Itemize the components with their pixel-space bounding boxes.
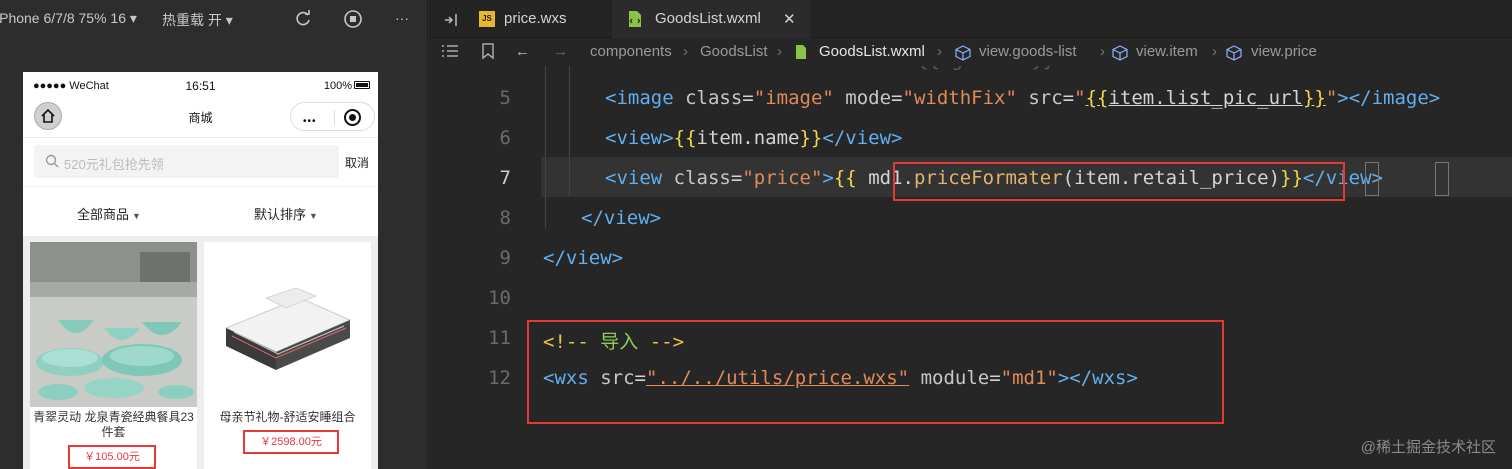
triangle-down-icon: ▼ bbox=[132, 211, 141, 221]
more-icon[interactable]: ··· bbox=[395, 10, 409, 26]
breadcrumb-chevron-icon: › bbox=[683, 43, 688, 60]
breadcrumb-item[interactable]: view.item bbox=[1136, 43, 1198, 60]
line-number: 10 bbox=[488, 287, 511, 309]
filter-sort[interactable]: 默认排序 ▼ bbox=[254, 204, 318, 223]
search-bar: 520元礼包抢先领 取消 bbox=[23, 138, 378, 186]
partial-line: {{ g }} bbox=[917, 66, 1146, 89]
simulator-panel: iPhone 6/7/8 75% 16 ▾ 热重载 开 ▾ ··· ●●●●● … bbox=[0, 0, 428, 469]
hot-reload-toggle[interactable]: 热重载 开 ▾ bbox=[162, 10, 233, 30]
bookmark-icon[interactable] bbox=[481, 43, 495, 63]
product-name: 母亲节礼物-舒适安睡组合 bbox=[219, 410, 356, 424]
tab-label: price.wxs bbox=[504, 10, 567, 27]
battery-label: 100% bbox=[323, 80, 352, 92]
code-line-9: </view> bbox=[543, 247, 624, 269]
code-line-7: <view class="price">{{ md1.priceFormater… bbox=[605, 167, 1383, 189]
wxml-file-icon bbox=[796, 45, 806, 59]
cancel-button[interactable]: 取消 bbox=[345, 154, 369, 171]
product-card[interactable]: 青翠灵动 龙泉青瓷经典餐具23件套 bbox=[30, 242, 197, 469]
filter-all-goods[interactable]: 全部商品 ▼ bbox=[77, 204, 141, 223]
watermark: @稀土掘金技术社区 bbox=[1360, 439, 1496, 456]
code-editor: JS price.wxs GoodsList.wxml ✕ ← → compon… bbox=[429, 0, 1512, 469]
filter-bar: 全部商品 ▼ 默认排序 ▼ bbox=[23, 186, 378, 236]
code-line-8: </view> bbox=[581, 207, 662, 229]
breadcrumb-chevron-icon: › bbox=[937, 43, 942, 60]
line-number: 9 bbox=[499, 247, 511, 269]
device-selector[interactable]: iPhone 6/7/8 75% 16 ▾ bbox=[0, 10, 137, 27]
line-number: 8 bbox=[499, 207, 511, 229]
menu-capsule[interactable]: ••• bbox=[290, 102, 375, 131]
breadcrumb-components[interactable]: components bbox=[590, 43, 672, 60]
refresh-icon[interactable] bbox=[293, 9, 313, 29]
indent-guide bbox=[569, 66, 570, 196]
status-bar: ●●●●● WeChat 16:51 100% bbox=[23, 72, 378, 98]
product-name: 青翠灵动 龙泉青瓷经典餐具23件套 bbox=[33, 410, 194, 439]
breadcrumb-chevron-icon: › bbox=[1100, 43, 1105, 60]
line-number: 11 bbox=[488, 327, 511, 349]
simulator-toolbar: iPhone 6/7/8 75% 16 ▾ 热重载 开 ▾ ··· bbox=[0, 0, 428, 38]
back-arrow-icon[interactable]: ← bbox=[515, 43, 530, 60]
tab-label: GoodsList.wxml bbox=[655, 10, 761, 27]
outline-icon[interactable] bbox=[441, 43, 459, 63]
breadcrumb-chevron-icon: › bbox=[1212, 43, 1217, 60]
editor-tab-bar: JS price.wxs GoodsList.wxml ✕ bbox=[429, 0, 1512, 38]
product-grid: 青翠灵动 龙泉青瓷经典餐具23件套 母亲节礼物-舒适安睡组合 ￥105.00元 … bbox=[23, 236, 378, 469]
tab-close-icon[interactable]: ✕ bbox=[783, 10, 796, 28]
wxml-file-icon bbox=[629, 11, 641, 27]
breadcrumb-goods-list[interactable]: view.goods-list bbox=[979, 43, 1077, 60]
product-image-tableware bbox=[30, 242, 197, 407]
breadcrumb-file[interactable]: GoodsList.wxml bbox=[819, 43, 925, 60]
nav-bar: 商城 ••• bbox=[23, 98, 378, 138]
breadcrumb-chevron-icon: › bbox=[777, 43, 782, 60]
code-line-12: <wxs src="../../utils/price.wxs" module=… bbox=[543, 367, 1138, 389]
search-input[interactable]: 520元礼包抢先领 bbox=[34, 145, 339, 178]
line-number: 5 bbox=[499, 87, 511, 109]
code-line-11: <!-- 导入 --> bbox=[543, 331, 685, 353]
element-cube-icon bbox=[955, 45, 971, 61]
forward-arrow-icon[interactable]: → bbox=[553, 43, 568, 60]
breadcrumb-price[interactable]: view.price bbox=[1251, 43, 1317, 60]
close-miniprogram-icon[interactable] bbox=[344, 109, 361, 126]
phone-screen: ●●●●● WeChat 16:51 100% 商城 ••• 520元礼包抢先领… bbox=[23, 72, 378, 469]
battery-icon bbox=[354, 81, 370, 89]
element-cube-icon bbox=[1112, 45, 1128, 61]
code-line-6: <view>{{item.name}}</view> bbox=[605, 127, 903, 149]
capsule-divider bbox=[334, 110, 335, 125]
element-cube-icon bbox=[1226, 45, 1242, 61]
indent-guide bbox=[545, 66, 546, 228]
line-number: 12 bbox=[488, 367, 511, 389]
stop-icon[interactable] bbox=[343, 9, 363, 29]
product-price-highlight: ￥2598.00元 bbox=[243, 430, 339, 454]
code-line-5: <image class="image" mode="widthFix" src… bbox=[605, 87, 1441, 109]
line-number: 6 bbox=[499, 127, 511, 149]
triangle-down-icon: ▼ bbox=[309, 211, 318, 221]
tab-goodslist-wxml[interactable]: GoodsList.wxml ✕ bbox=[612, 0, 810, 38]
search-placeholder: 520元礼包抢先领 bbox=[64, 157, 164, 172]
product-price-highlight: ￥105.00元 bbox=[68, 445, 156, 469]
tab-price-wxs[interactable]: JS price.wxs bbox=[466, 0, 611, 38]
menu-dots-icon[interactable]: ••• bbox=[303, 116, 317, 127]
search-icon bbox=[45, 154, 59, 168]
breadcrumb-goodslist[interactable]: GoodsList bbox=[700, 43, 768, 60]
product-image-bedding bbox=[204, 242, 371, 407]
code-area[interactable]: {{ g }} 5 6 7 8 9 10 11 12 <image class=… bbox=[429, 66, 1512, 469]
line-number: 7 bbox=[499, 167, 511, 189]
js-file-icon: JS bbox=[479, 11, 495, 27]
breadcrumb: ← → components › GoodsList › GoodsList.w… bbox=[429, 38, 1512, 66]
